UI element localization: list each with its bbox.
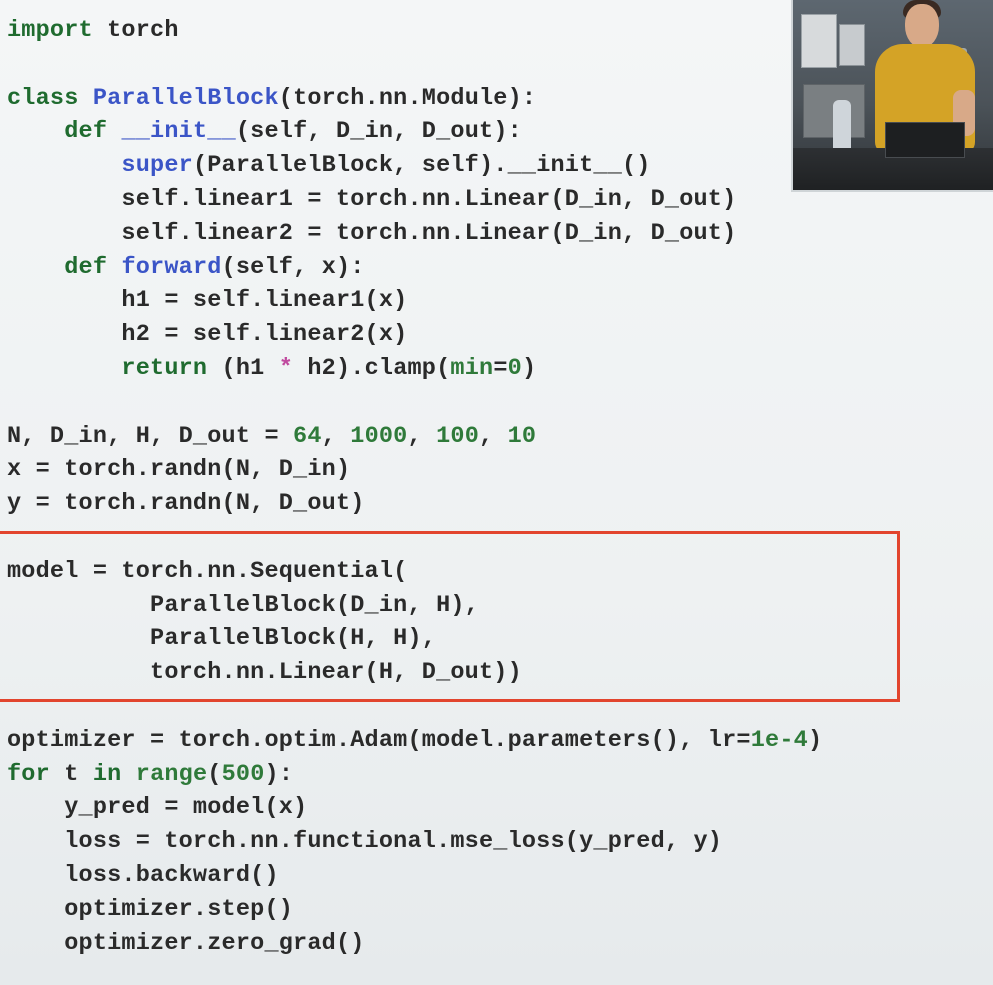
presenter-head-icon	[905, 4, 939, 48]
code-line: y = torch.randn(N, D_out)	[7, 487, 822, 521]
code-token: =	[493, 354, 508, 382]
laptop-icon	[885, 122, 965, 158]
code-token: __init__	[121, 118, 236, 146]
code-token: )	[521, 354, 537, 382]
code-line: return (h1 * h2).clamp(min=0)	[7, 352, 822, 386]
code-token: 100	[436, 422, 480, 450]
slide-canvas: import torch class ParallelBlock(torch.n…	[0, 0, 993, 985]
code-token: import	[7, 17, 93, 44]
code-token: ,	[321, 422, 351, 450]
code-token: class	[7, 84, 79, 112]
code-token: return	[121, 354, 208, 382]
code-token: 500	[221, 760, 265, 788]
code-token: ParallelBlock(D_in, H),	[7, 591, 479, 619]
code-token: ParallelBlock(H, H),	[7, 625, 437, 653]
code-token: 0	[507, 354, 522, 382]
code-token: y = torch.randn(N, D_out)	[7, 490, 365, 518]
code-token: super	[121, 152, 193, 180]
code-token: 10	[507, 422, 537, 450]
code-token: (torch.nn.Module):	[278, 84, 537, 112]
code-token: h2 = self.linear2(x)	[7, 321, 408, 349]
code-token: forward	[121, 253, 222, 281]
code-line: model = torch.nn.Sequential(	[7, 555, 822, 589]
poster-icon	[839, 24, 865, 66]
code-token: self.linear1 = torch.nn.Linear(D_in, D_o…	[7, 185, 737, 213]
code-token: loss.backward()	[7, 861, 279, 889]
code-token: 1e-4	[750, 726, 808, 754]
code-line: ParallelBlock(D_in, H),	[7, 589, 822, 623]
code-token: 1000	[350, 422, 408, 450]
code-token: ):	[264, 760, 294, 788]
code-line: loss.backward()	[7, 859, 822, 893]
code-token: (	[207, 760, 222, 788]
code-line: x = torch.randn(N, D_in)	[7, 453, 822, 487]
code-token: min	[450, 354, 494, 382]
code-token: h1 = self.linear1(x)	[7, 287, 408, 315]
presenter-video-inset[interactable]	[791, 0, 993, 192]
code-line: self.linear1 = torch.nn.Linear(D_in, D_o…	[7, 183, 822, 217]
code-token: ,	[479, 422, 508, 450]
code-line: y_pred = model(x)	[7, 791, 822, 825]
code-token: ParallelBlock	[92, 84, 279, 112]
code-line: for t in range(500):	[7, 758, 822, 792]
code-token: def	[64, 118, 108, 146]
code-token: (self, x):	[221, 253, 365, 281]
code-token: N, D_in, H, D_out =	[7, 422, 294, 450]
code-token: model = torch.nn.Sequential(	[7, 557, 408, 585]
code-token: h2).clamp(	[293, 354, 451, 382]
code-token: ,	[407, 422, 437, 450]
code-token: (ParallelBlock, self).__init__()	[192, 152, 651, 180]
code-token: )	[807, 726, 823, 754]
code-line: def __init__(self, D_in, D_out):	[7, 115, 822, 149]
code-token: 64	[293, 422, 322, 450]
code-token: loss = torch.nn.functional.mse_loss(y_pr…	[7, 828, 723, 856]
code-token: torch	[92, 17, 179, 44]
code-line: h2 = self.linear2(x)	[7, 318, 822, 352]
code-line: optimizer = torch.optim.Adam(model.param…	[7, 724, 822, 758]
code-token: (h1	[207, 354, 279, 382]
code-line: h1 = self.linear1(x)	[7, 284, 822, 318]
code-line: self.linear2 = torch.nn.Linear(D_in, D_o…	[7, 217, 822, 251]
code-token: in	[92, 760, 122, 788]
code-token: optimizer.zero_grad()	[7, 929, 365, 957]
code-token: torch.nn.Linear(H, D_out))	[7, 659, 522, 687]
code-token: optimizer = torch.optim.Adam(model.param…	[7, 726, 751, 754]
code-block: import torch class ParallelBlock(torch.n…	[7, 14, 822, 960]
code-token: t	[49, 760, 93, 788]
code-line: import torch	[7, 14, 822, 48]
code-line: torch.nn.Linear(H, D_out))	[7, 656, 822, 690]
code-line: loss = torch.nn.functional.mse_loss(y_pr…	[7, 825, 822, 859]
code-line: def forward(self, x):	[7, 251, 822, 285]
whiteboard-icon	[801, 14, 837, 68]
code-line: ParallelBlock(H, H),	[7, 622, 822, 656]
code-token: def	[64, 253, 108, 281]
code-token: range	[135, 760, 208, 788]
code-line: N, D_in, H, D_out = 64, 1000, 100, 10	[7, 420, 822, 454]
code-line: optimizer.step()	[7, 893, 822, 927]
code-token: y_pred = model(x)	[7, 794, 308, 822]
code-token: x = torch.randn(N, D_in)	[7, 456, 351, 484]
code-token: *	[278, 354, 294, 382]
code-token: self.linear2 = torch.nn.Linear(D_in, D_o…	[7, 219, 737, 247]
code-line: super(ParallelBlock, self).__init__()	[7, 149, 822, 183]
code-line: optimizer.zero_grad()	[7, 927, 822, 961]
code-token: optimizer.step()	[7, 895, 294, 923]
code-line: class ParallelBlock(torch.nn.Module):	[7, 82, 822, 116]
code-token: for	[7, 760, 50, 788]
code-token: (self, D_in, D_out):	[235, 118, 522, 146]
